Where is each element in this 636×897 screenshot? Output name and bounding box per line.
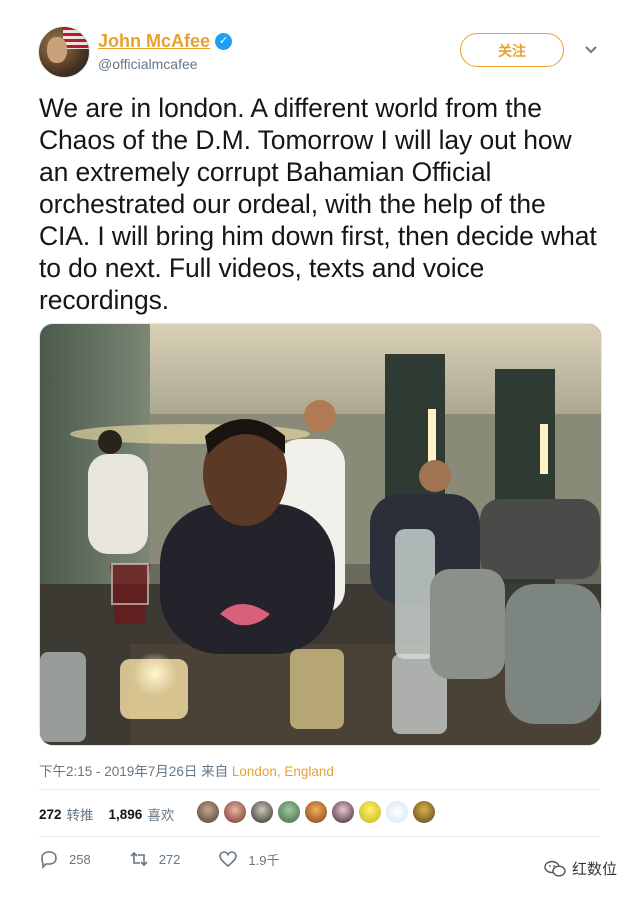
author-name[interactable]: John McAfee [98,31,210,52]
divider [39,836,600,837]
liker-avatar[interactable] [277,800,301,824]
liker-avatar[interactable] [304,800,328,824]
flag-decoration [63,27,89,49]
retweet-icon [130,851,148,867]
liker-avatar[interactable] [331,800,355,824]
liker-avatar[interactable] [412,800,436,824]
chevron-down-icon[interactable] [582,40,600,58]
tweet-text: We are in london. A different world from… [39,93,597,315]
divider [39,789,600,790]
retweet-button[interactable]: 272 [129,849,181,869]
liker-avatar[interactable] [385,800,409,824]
tweet-location[interactable]: London, England [232,764,334,779]
author-name-row: John McAfee ✓ [98,31,233,52]
retweets-label[interactable]: 转推 [67,804,94,824]
reply-icon [41,851,57,869]
liker-avatar[interactable] [358,800,382,824]
retweet-count: 272 [158,851,181,867]
stats-row: 272 转推 1,896 喜欢 [39,804,174,824]
reply-count: 258 [69,851,91,867]
tweet-photo[interactable] [39,323,602,746]
heart-icon [219,851,238,868]
watermark: 红数位 [544,858,617,879]
likes-count[interactable]: 1,896 [109,807,143,822]
likes-label[interactable]: 喜欢 [147,804,174,824]
actions-row: 258 272 1.9千 [39,849,317,869]
wechat-icon [544,860,566,877]
tweet-timestamp[interactable]: 下午2:15 - 2019年7月26日 来自 London, England [39,760,334,780]
like-count: 1.9千 [248,852,280,868]
author-avatar[interactable] [38,26,90,78]
author-handle[interactable]: @officialmcafee [98,56,198,72]
watermark-label: 红数位 [572,861,618,878]
timestamp-text[interactable]: 下午2:15 - 2019年7月26日 来自 [39,764,232,779]
liker-avatar[interactable] [196,800,220,824]
likers-avatars [196,800,436,824]
avatar-face [47,37,67,63]
retweets-count[interactable]: 272 [39,807,62,822]
like-button[interactable]: 1.9千 [218,849,279,869]
reply-button[interactable]: 258 [39,849,91,869]
follow-button[interactable]: 关注 [460,33,564,67]
liker-avatar[interactable] [223,800,247,824]
verified-badge-icon: ✓ [215,33,233,50]
liker-avatar[interactable] [250,800,274,824]
